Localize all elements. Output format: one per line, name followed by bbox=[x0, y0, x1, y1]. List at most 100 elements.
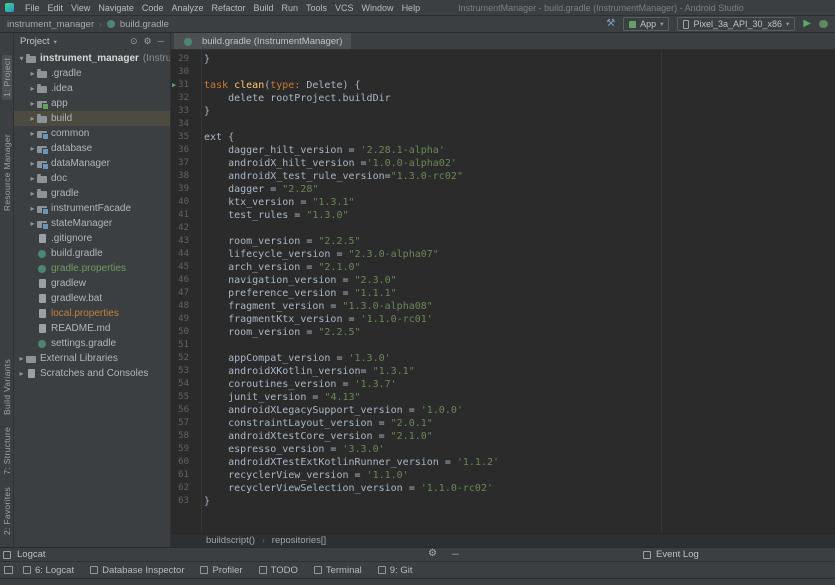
tool-window-button-build-variants[interactable]: Build Variants bbox=[2, 359, 12, 415]
tree-arrow-icon[interactable]: ▾ bbox=[17, 54, 26, 63]
tree-item-settings-gradle[interactable]: settings.gradle bbox=[14, 336, 170, 351]
menu-window[interactable]: Window bbox=[358, 3, 398, 13]
run-gutter-icon[interactable]: ▶ bbox=[172, 79, 176, 92]
code-token: '1.1.0-rc02' bbox=[421, 483, 493, 494]
tree-item-readme-md[interactable]: README.md bbox=[14, 321, 170, 336]
tool-window-button-database-inspector[interactable]: Database Inspector bbox=[90, 565, 184, 576]
menu-build[interactable]: Build bbox=[249, 3, 277, 13]
menu-edit[interactable]: Edit bbox=[44, 3, 68, 13]
gear-icon[interactable]: ⚙ bbox=[144, 36, 152, 47]
tree-item-scratches-and-consoles[interactable]: ▸Scratches and Consoles bbox=[14, 366, 170, 381]
code-line: 33} bbox=[171, 105, 835, 118]
tree-arrow-icon[interactable]: ▸ bbox=[28, 204, 37, 213]
breadcrumb-buildscript[interactable]: buildscript() bbox=[206, 535, 255, 546]
code-line: 43 room_version = "2.2.5" bbox=[171, 235, 835, 248]
menu-navigate[interactable]: Navigate bbox=[94, 3, 138, 13]
tree-item-statemanager[interactable]: ▸ stateManager bbox=[14, 216, 170, 231]
tool-window-button-1-project[interactable]: 1: Project bbox=[2, 55, 12, 100]
tree-arrow-icon[interactable]: ▸ bbox=[28, 84, 37, 93]
tree-arrow-icon[interactable]: ▸ bbox=[28, 144, 37, 153]
code-token: junit_version = bbox=[204, 392, 324, 403]
menu-view[interactable]: View bbox=[67, 3, 94, 13]
logcat-settings-gear-icon[interactable]: ⚙ bbox=[428, 548, 437, 559]
tree-item-common[interactable]: ▸common bbox=[14, 126, 170, 141]
tree-arrow-icon[interactable]: ▸ bbox=[28, 189, 37, 198]
tree-item-label: stateManager bbox=[51, 218, 112, 229]
menu-analyze[interactable]: Analyze bbox=[167, 3, 207, 13]
tree-item-instrumentfacade[interactable]: ▸instrumentFacade bbox=[14, 201, 170, 216]
tool-window-button-2-favorites[interactable]: 2: Favorites bbox=[2, 487, 12, 535]
tool-window-button-resource-manager[interactable]: Resource Manager bbox=[2, 134, 12, 211]
tree-item-doc[interactable]: ▸doc bbox=[14, 171, 170, 186]
hide-panel-icon[interactable]: ─ bbox=[158, 36, 164, 47]
tree-arrow-icon[interactable]: ▸ bbox=[28, 219, 37, 228]
code-text: fragment_version = "1.3.0-alpha08" bbox=[197, 300, 433, 313]
tool-window-button-todo[interactable]: TODO bbox=[259, 565, 298, 576]
code-token: androidXtestCore_version = bbox=[204, 431, 391, 442]
breadcrumb-repositories[interactable]: repositories[] bbox=[272, 535, 326, 546]
tree-item-gradle[interactable]: ▸.gradle bbox=[14, 66, 170, 81]
tree-item-datamanager[interactable]: ▸dataManager bbox=[14, 156, 170, 171]
tree-arrow-icon[interactable]: ▸ bbox=[28, 159, 37, 168]
folder-icon bbox=[37, 83, 48, 94]
breadcrumb-file[interactable]: build.gradle bbox=[120, 19, 169, 30]
run-configuration-select[interactable]: App ▾ bbox=[623, 17, 669, 31]
menu-file[interactable]: File bbox=[21, 3, 44, 13]
tree-item-build-gradle[interactable]: build.gradle bbox=[14, 246, 170, 261]
tree-item-gradlew[interactable]: gradlew bbox=[14, 276, 170, 291]
tree-item-database[interactable]: ▸database bbox=[14, 141, 170, 156]
tree-arrow-icon[interactable]: ▸ bbox=[28, 114, 37, 123]
code-token: "1.1.1" bbox=[355, 288, 397, 299]
tree-item-gradle[interactable]: ▸gradle bbox=[14, 186, 170, 201]
tree-arrow-icon[interactable]: ▸ bbox=[17, 354, 26, 363]
code-token: androidXTestExtKotlinRunner_version = bbox=[204, 457, 457, 468]
code-editor[interactable]: 29}3031▶task clean(type: Delete) {32 del… bbox=[171, 50, 835, 533]
run-button[interactable]: ▶ bbox=[803, 19, 811, 29]
tool-window-switcher-icon[interactable] bbox=[4, 566, 13, 574]
build-hammer-icon[interactable]: ⚒ bbox=[606, 19, 615, 29]
menu-code[interactable]: Code bbox=[138, 3, 168, 13]
breadcrumb-project[interactable]: instrument_manager bbox=[7, 19, 94, 30]
device-select[interactable]: Pixel_3a_API_30_x86 ▾ bbox=[677, 17, 795, 31]
menu-vcs[interactable]: VCS bbox=[331, 3, 358, 13]
tree-item-instrument-manager[interactable]: ▾instrument_manager(InstrumentM bbox=[14, 51, 170, 66]
tree-item-local-properties[interactable]: local.properties bbox=[14, 306, 170, 321]
tree-item-external-libraries[interactable]: ▸External Libraries bbox=[14, 351, 170, 366]
tool-window-button-7-structure[interactable]: 7: Structure bbox=[2, 427, 12, 475]
tool-window-button-profiler[interactable]: Profiler bbox=[200, 565, 242, 576]
tree-item-gradlew-bat[interactable]: gradlew.bat bbox=[14, 291, 170, 306]
code-token: arch_version = bbox=[204, 262, 318, 273]
code-text: fragmentKtx_version = '1.1.0-rc01' bbox=[197, 313, 433, 326]
code-line: 47 preference_version = "1.1.1" bbox=[171, 287, 835, 300]
tool-window-button-6-logcat[interactable]: 6: Logcat bbox=[23, 565, 74, 576]
code-line: 44 lifecycle_version = "2.3.0-alpha07" bbox=[171, 248, 835, 261]
locate-file-icon[interactable]: ⊙ bbox=[130, 36, 138, 47]
menu-run[interactable]: Run bbox=[278, 3, 303, 13]
tree-item-app[interactable]: ▸app bbox=[14, 96, 170, 111]
tree-arrow-icon[interactable]: ▸ bbox=[28, 69, 37, 78]
tree-arrow-icon[interactable]: ▸ bbox=[28, 129, 37, 138]
code-token: '1.1.0-rc01' bbox=[361, 314, 433, 325]
tree-item-gitignore[interactable]: .gitignore bbox=[14, 231, 170, 246]
line-number: 58 bbox=[171, 430, 197, 443]
tree-item-label: .gitignore bbox=[51, 233, 92, 244]
code-line: 40 ktx_version = "1.3.1" bbox=[171, 196, 835, 209]
tool-window-button-9-git[interactable]: 9: Git bbox=[378, 565, 413, 576]
editor-tab-build-gradle[interactable]: build.gradle (InstrumentManager) bbox=[174, 33, 351, 49]
logcat-title[interactable]: Logcat bbox=[17, 549, 46, 560]
event-log-button[interactable]: Event Log bbox=[656, 549, 699, 560]
logcat-minimize-icon[interactable]: ─ bbox=[452, 549, 459, 560]
tool-window-button-terminal[interactable]: Terminal bbox=[314, 565, 362, 576]
menu-refactor[interactable]: Refactor bbox=[207, 3, 249, 13]
menu-tools[interactable]: Tools bbox=[302, 3, 331, 13]
tree-arrow-icon[interactable]: ▸ bbox=[28, 99, 37, 108]
menu-help[interactable]: Help bbox=[398, 3, 425, 13]
tree-item-build[interactable]: ▸build bbox=[14, 111, 170, 126]
tree-arrow-icon[interactable]: ▸ bbox=[28, 174, 37, 183]
project-view-select[interactable]: Project bbox=[20, 36, 50, 47]
tree-item-idea[interactable]: ▸.idea bbox=[14, 81, 170, 96]
tree-arrow-icon[interactable]: ▸ bbox=[17, 369, 26, 378]
tree-item-gradle-properties[interactable]: gradle.properties bbox=[14, 261, 170, 276]
line-number: 39 bbox=[171, 183, 197, 196]
debug-button[interactable] bbox=[819, 20, 828, 28]
